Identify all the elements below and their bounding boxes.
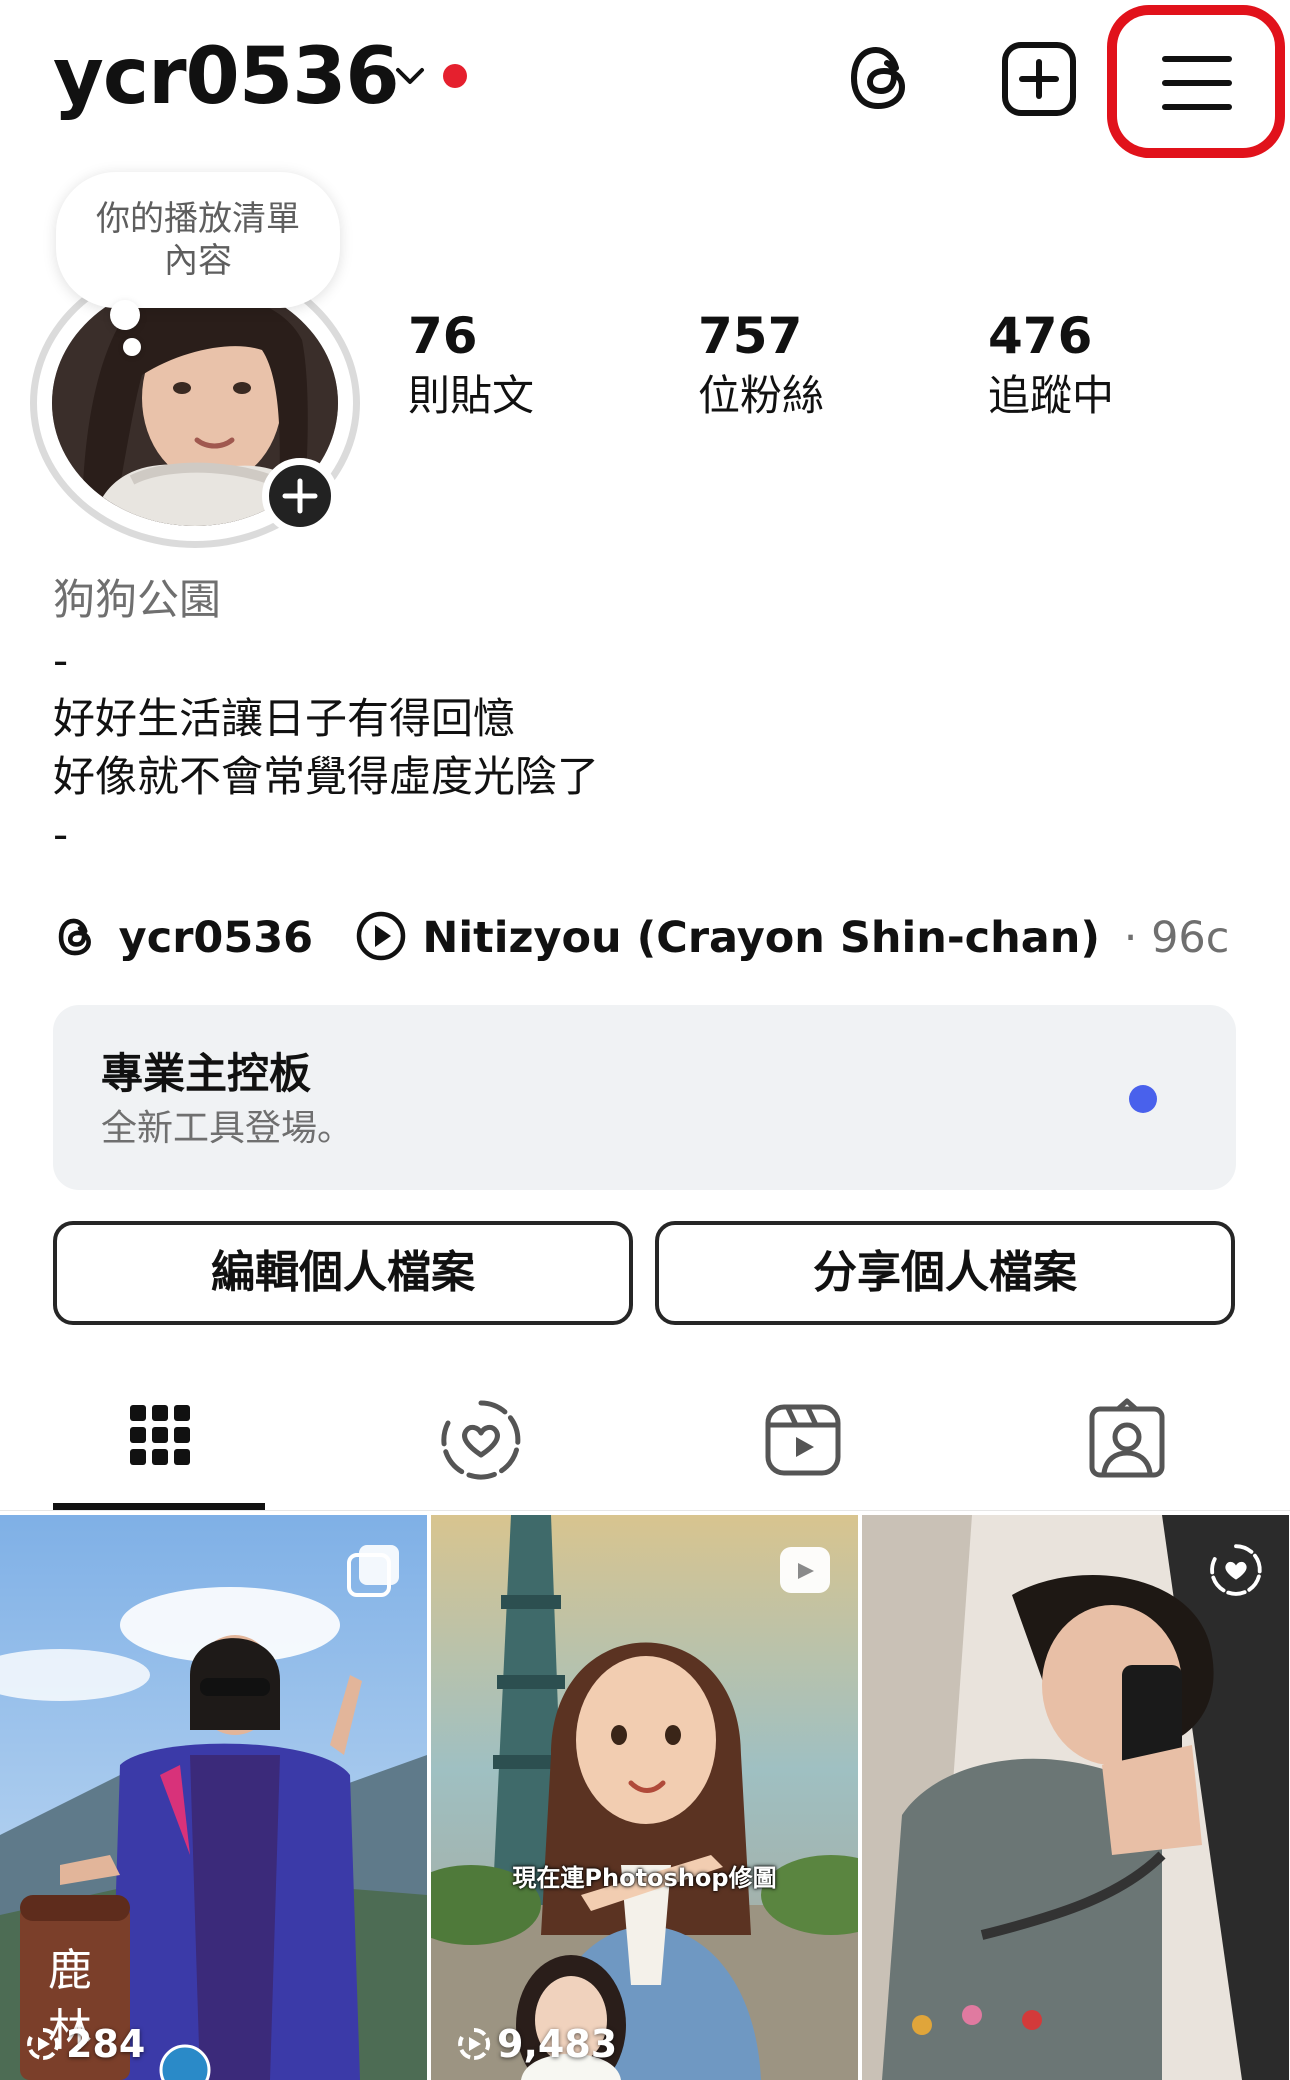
note-bubble-tail xyxy=(110,300,140,330)
active-tab-indicator xyxy=(53,1503,265,1510)
add-post-icon[interactable] xyxy=(1000,40,1078,118)
profile-display-name: 狗狗公園 xyxy=(53,575,222,624)
note-bubble-tail-small xyxy=(123,338,141,356)
note-bubble[interactable]: 你的播放清單 內容 xyxy=(56,172,340,308)
play-music-icon xyxy=(356,911,405,961)
posts-label[interactable]: 則貼文 xyxy=(408,370,534,422)
profile-links-row: ycr0536 Nitizyou (Crayon Shin-chan) · 96… xyxy=(53,908,1229,968)
share-profile-button[interactable]: 分享個人檔案 xyxy=(655,1221,1235,1325)
dashboard-title: 專業主控板 xyxy=(101,1049,312,1098)
bio-line: - xyxy=(53,810,69,859)
tagged-person-icon[interactable] xyxy=(1082,1395,1172,1485)
reels-icon[interactable] xyxy=(758,1395,848,1485)
username-switcher[interactable]: ycr0536 xyxy=(53,32,400,122)
views-icon xyxy=(458,2027,491,2060)
plus-icon xyxy=(282,478,318,514)
following-count[interactable]: 476 xyxy=(988,306,1092,366)
dashboard-subtitle: 全新工具登場。 xyxy=(101,1108,354,1149)
post-image-illustration xyxy=(431,1515,858,2080)
post-image-selfie xyxy=(862,1515,1289,2080)
threads-icon xyxy=(58,918,91,956)
edit-profile-button[interactable]: 編輯個人檔案 xyxy=(53,1221,633,1325)
post-image-hiker: 鹿 林 xyxy=(0,1515,427,2080)
carousel-icon xyxy=(347,1545,399,1597)
hamburger-menu-button[interactable] xyxy=(1107,5,1285,158)
profile-music-link[interactable]: Nitizyou (Crayon Shin-chan) xyxy=(422,913,1100,963)
note-text: 你的播放清單 內容 xyxy=(96,199,300,281)
following-label[interactable]: 追蹤中 xyxy=(988,370,1114,422)
hamburger-menu-icon xyxy=(1162,56,1232,110)
post-thumbnail[interactable]: 現在連Photoshop修圖 9,483 xyxy=(431,1515,858,2080)
post-thumbnail[interactable] xyxy=(862,1515,1289,2080)
highlights-heart-icon[interactable] xyxy=(436,1395,526,1485)
followers-count[interactable]: 757 xyxy=(698,306,802,366)
highlights-heart-icon xyxy=(1210,1544,1262,1596)
threads-icon[interactable] xyxy=(840,38,920,118)
post-caption: 現在連Photoshop修圖 xyxy=(512,1864,777,1892)
dashboard-new-dot xyxy=(1129,1085,1157,1113)
followers-label[interactable]: 位粉絲 xyxy=(698,370,824,422)
view-count: 9,483 xyxy=(457,2022,617,2066)
reels-icon xyxy=(780,1547,830,1593)
post-thumbnail[interactable]: 鹿 林 284 xyxy=(0,1515,427,2080)
threads-handle-link[interactable]: ycr0536 xyxy=(119,913,313,963)
add-story-button[interactable] xyxy=(262,458,338,534)
posts-count[interactable]: 76 xyxy=(408,306,478,366)
view-count: 284 xyxy=(26,2022,145,2066)
bio-line: 好像就不會常覺得虛度光陰了 xyxy=(53,752,600,801)
post-overlay-text: 鹿 xyxy=(48,1945,92,1996)
chevron-down-icon[interactable] xyxy=(392,58,428,94)
grid-icon[interactable] xyxy=(115,1395,205,1485)
professional-dashboard-card[interactable]: 專業主控板 全新工具登場。 xyxy=(53,1005,1236,1190)
music-suffix: · 96c xyxy=(1123,913,1230,963)
bio-line: 好好生活讓日子有得回憶 xyxy=(53,694,516,743)
views-icon xyxy=(27,2027,60,2060)
tab-divider xyxy=(0,1510,1290,1511)
bio-line: - xyxy=(53,636,69,685)
notification-dot xyxy=(443,64,467,88)
